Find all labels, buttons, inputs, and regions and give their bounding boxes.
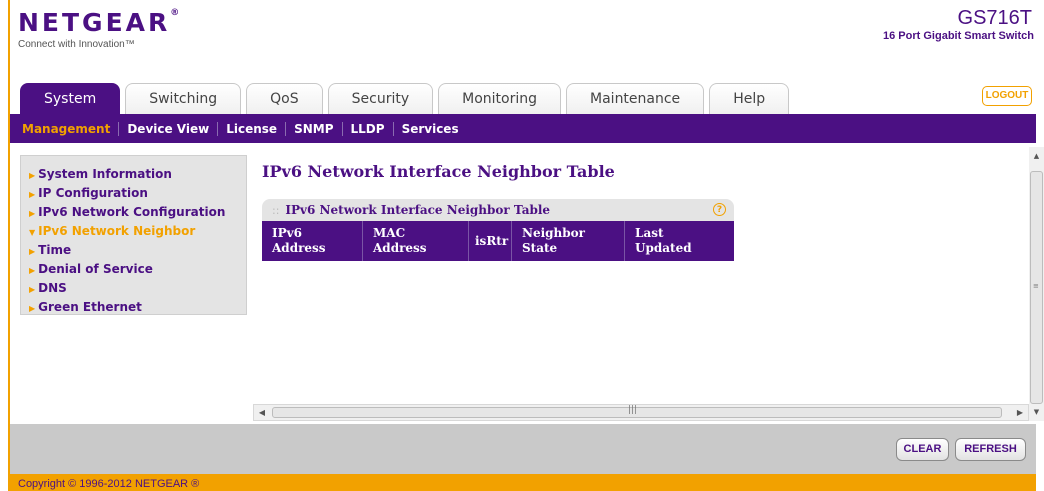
vertical-scroll-thumb[interactable]: ≡: [1030, 171, 1043, 404]
subnav-management[interactable]: Management: [22, 122, 110, 136]
tab-switching[interactable]: Switching: [125, 83, 242, 114]
grip-icon: ≡: [1033, 282, 1039, 290]
horizontal-scroll-thumb[interactable]: |||: [272, 405, 1002, 418]
grip-icon: |||: [628, 405, 638, 415]
column-header-mac-address: MAC Address: [363, 221, 469, 261]
column-header-neighbor-state: Neighbor State: [512, 221, 625, 261]
subnav-divider: [285, 121, 287, 136]
chevron-right-icon: ▶: [29, 247, 36, 256]
tab-monitoring[interactable]: Monitoring: [438, 83, 562, 114]
column-header-last-updated: Last Updated: [635, 226, 692, 255]
product-model: GS716T: [957, 7, 1032, 29]
subnav-divider: [118, 121, 120, 136]
chevron-right-icon: ▶: [29, 171, 36, 180]
sidebar-item-denial-of-service[interactable]: ▶ Denial of Service: [21, 260, 246, 279]
clear-button[interactable]: CLEAR: [896, 438, 949, 461]
chevron-right-icon: ▶: [29, 266, 36, 275]
logout-button[interactable]: LOGOUT: [982, 86, 1032, 106]
chevron-down-icon: ▼: [29, 228, 36, 237]
vertical-scrollbar[interactable]: ▲ ≡ ▼: [1029, 147, 1044, 421]
sidebar: ▶ System Information ▶ IP Configuration ▶ I…: [20, 155, 247, 315]
sidebar-item-time[interactable]: ▶ Time: [21, 241, 246, 260]
scroll-down-arrow-icon[interactable]: ▼: [1029, 405, 1044, 419]
tab-system[interactable]: System: [20, 83, 121, 114]
subnav-divider: [217, 121, 219, 136]
subnav-divider: [392, 121, 394, 136]
horizontal-scrollbar[interactable]: ◀ ||| ▶: [253, 404, 1029, 421]
subnav-device-view[interactable]: Device View: [127, 122, 209, 136]
button-bar: CLEAR REFRESH: [10, 424, 1036, 474]
chevron-right-icon: ▶: [29, 285, 36, 294]
subnav-lldp[interactable]: LLDP: [351, 122, 385, 136]
subnav-services[interactable]: Services: [402, 122, 459, 136]
page-title: IPv6 Network Interface Neighbor Table: [262, 162, 615, 181]
chevron-right-icon: ▶: [29, 190, 36, 199]
chevron-right-icon: ▶: [29, 209, 36, 218]
chevron-right-icon: ▶: [29, 304, 36, 313]
main-tabs: System Switching QoS Security Monitoring…: [20, 83, 794, 114]
subnav-bar: Management Device View License SNMP LLDP…: [10, 114, 1036, 143]
copyright: Copyright © 1996-2012 NETGEAR ®: [18, 478, 200, 490]
neighbor-table-panel: :: IPv6 Network Interface Neighbor Table…: [262, 199, 734, 261]
sidebar-item-ipv6-network-neighbor[interactable]: ▼ IPv6 Network Neighbor: [21, 222, 246, 241]
tagline: Connect with Innovation™: [18, 39, 135, 50]
netgear-logo: NETGEAR®: [18, 8, 180, 37]
tab-qos[interactable]: QoS: [246, 83, 323, 114]
sidebar-item-dns[interactable]: ▶ DNS: [21, 279, 246, 298]
sidebar-item-ip-configuration[interactable]: ▶ IP Configuration: [21, 184, 246, 203]
panel-header: :: IPv6 Network Interface Neighbor Table…: [262, 199, 734, 221]
subnav-divider: [341, 121, 343, 136]
tab-security[interactable]: Security: [327, 83, 434, 114]
sidebar-item-system-information[interactable]: ▶ System Information: [21, 165, 246, 184]
help-icon[interactable]: ?: [713, 203, 726, 216]
subnav-license[interactable]: License: [226, 122, 277, 136]
table-header: IPv6 Address MAC Address isRtr Neighbor Sta…: [262, 221, 734, 261]
sidebar-item-green-ethernet[interactable]: ▶ Green Ethernet: [21, 298, 246, 317]
scroll-left-arrow-icon[interactable]: ◀: [254, 405, 270, 420]
column-header-isrtr: isRtr: [469, 221, 512, 261]
product-description: 16 Port Gigabit Smart Switch: [883, 30, 1034, 42]
scroll-right-arrow-icon[interactable]: ▶: [1012, 405, 1028, 420]
drag-handle-icon: ::: [272, 203, 280, 217]
subnav-snmp[interactable]: SNMP: [294, 122, 333, 136]
refresh-button[interactable]: REFRESH: [955, 438, 1026, 461]
scroll-up-arrow-icon[interactable]: ▲: [1029, 149, 1044, 163]
panel-title: IPv6 Network Interface Neighbor Table: [285, 203, 551, 217]
sidebar-item-ipv6-network-configuration[interactable]: ▶ IPv6 Network Configuration: [21, 203, 246, 222]
column-header-ipv6-address: IPv6 Address: [262, 221, 363, 261]
tab-help[interactable]: Help: [709, 83, 790, 114]
tab-maintenance[interactable]: Maintenance: [566, 83, 705, 114]
